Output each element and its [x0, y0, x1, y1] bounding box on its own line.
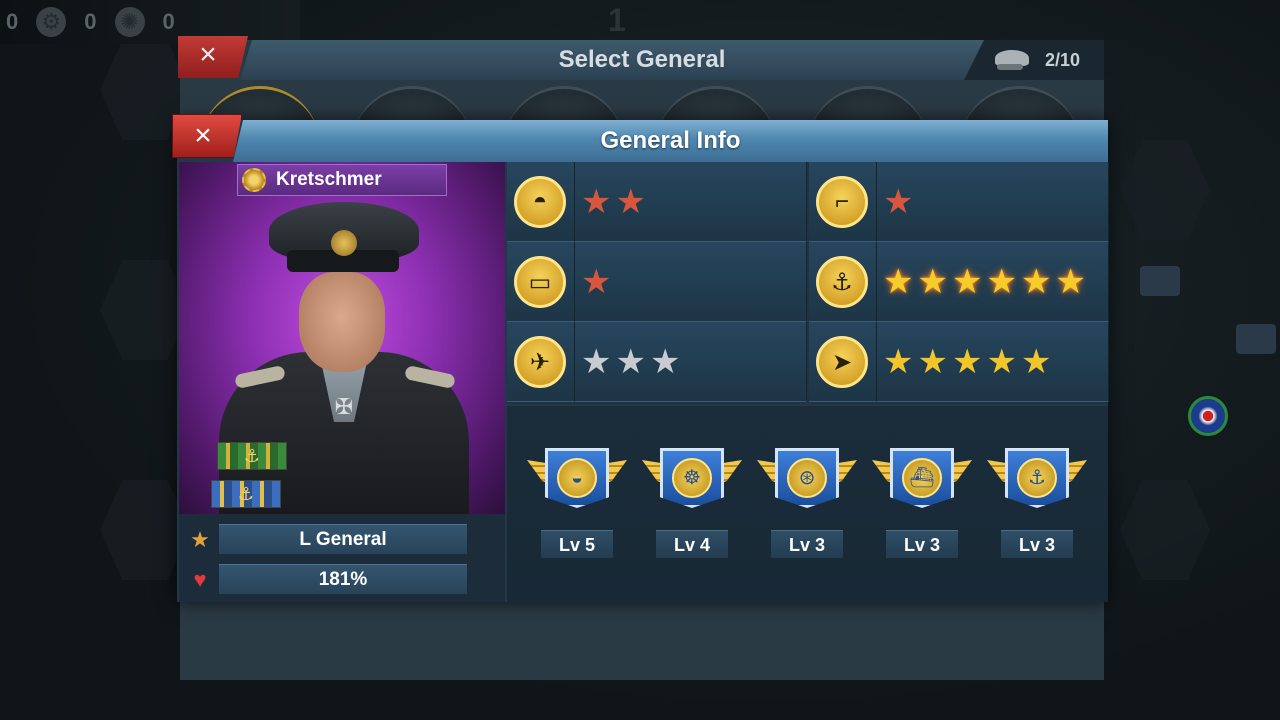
- select-general-footer: [180, 600, 1104, 680]
- stat-icon-cell: ✈: [507, 322, 575, 402]
- ship-wheel-icon: ☸: [660, 448, 724, 508]
- select-general-title: Select General: [558, 46, 726, 73]
- star-icon: ★: [986, 342, 1017, 381]
- stat-icon-cell: ⚓: [809, 242, 877, 322]
- infantry-helmet-icon[interactable]: ◓: [514, 176, 566, 228]
- stat-icon-cell: ➤: [809, 322, 877, 402]
- artillery-icon[interactable]: ⌐: [816, 176, 868, 228]
- health-heart-icon: ♥: [193, 567, 207, 592]
- submarine-icon: ◒: [545, 448, 609, 508]
- star-icon: ★: [951, 262, 983, 301]
- star-icon: ★: [1020, 342, 1052, 381]
- atom-icon: ✺: [114, 7, 145, 37]
- skill-badge[interactable]: ⛴ Lv 3: [872, 448, 972, 568]
- skill-badge[interactable]: ◒ Lv 5: [527, 448, 627, 568]
- gear-icon: ⚙: [36, 7, 67, 37]
- resource-value: 0: [162, 9, 175, 34]
- skill-badge[interactable]: ⊛ Lv 3: [757, 448, 857, 568]
- star-icon: ★: [951, 342, 983, 381]
- stat-icon-cell: ▭: [507, 242, 575, 322]
- general-medal-icon: [242, 168, 266, 192]
- torpedo-icon: ⊛: [775, 448, 839, 508]
- fleet-icon: ⛴: [890, 448, 954, 508]
- general-name: Kretschmer: [276, 169, 382, 190]
- stat-stars: ★ ★: [575, 162, 807, 242]
- star-icon: ★: [581, 262, 612, 301]
- skill-level: Lv 3: [886, 530, 958, 558]
- skill-level: Lv 5: [541, 530, 613, 558]
- rank-health-panel: ★ L General ♥ 181%: [179, 514, 505, 602]
- star-icon: ★: [883, 262, 914, 301]
- general-info-title: General Info: [600, 127, 741, 154]
- general-count-badge: 2/10: [964, 40, 1104, 80]
- map-unit-icon: [1236, 324, 1276, 354]
- march-arrow-icon[interactable]: ➤: [816, 336, 868, 388]
- health-row: ♥ 181%: [193, 564, 467, 594]
- skill-level: Lv 4: [656, 530, 728, 558]
- rank-star-icon: ★: [190, 527, 210, 552]
- star-icon: ★: [917, 262, 948, 301]
- general-info-dialog: General Info × ✠ ⚓ ⚓ ⚓ Kretschmer ★: [172, 114, 1109, 602]
- anchor-ribbon-icon: ⚓: [211, 480, 281, 508]
- general-rank: L General: [299, 529, 387, 550]
- anchor-shield-icon: ⚓: [1005, 448, 1069, 508]
- stat-stars: ★ ★ ★ ★ ★ ★: [877, 242, 1109, 322]
- map-unit-icon: [1140, 266, 1180, 296]
- skill-badge[interactable]: ☸ Lv 4: [642, 448, 742, 568]
- stat-stars: ★ ★ ★: [575, 322, 807, 402]
- resource-item: ⚙ 0: [36, 7, 97, 37]
- stat-stars: ★ ★ ★ ★ ★: [877, 322, 1109, 402]
- rank-row: ★ L General: [190, 524, 467, 554]
- star-icon: ★: [615, 182, 646, 221]
- stat-stars: ★: [575, 242, 807, 322]
- anchor-ribbon-icon: ⚓: [217, 442, 287, 470]
- star-icon: ★: [1020, 262, 1052, 301]
- star-icon: ★: [883, 182, 914, 221]
- select-general-close-button[interactable]: ×: [178, 36, 248, 78]
- general-stats-grid: ◓ ★ ★ ⌐ ★ ▭ ★ ⚓ ★ ★ ★ ★ ★ ★ ✈ ★ ★ ★ ➤ ★ ★ ★ ★ ★: [507, 162, 1109, 404]
- resource-item: ✺ 0: [114, 7, 175, 37]
- star-icon: ★: [615, 342, 646, 381]
- general-skills-panel: ◒ Lv 5 ☸ Lv 4 ⊛ Lv 3 ⛴ Lv 3 ⚓ Lv 3: [507, 406, 1108, 602]
- skill-level: Lv 3: [1001, 530, 1073, 558]
- star-icon: ★: [649, 342, 681, 381]
- resource-bar: 0 ⚙ 0 ✺ 0: [0, 0, 300, 44]
- stat-stars: ★: [877, 162, 1109, 242]
- stat-icon-cell: ◓: [507, 162, 575, 242]
- general-info-close-button[interactable]: ×: [172, 114, 242, 158]
- skill-badge[interactable]: ⚓ Lv 3: [987, 448, 1087, 568]
- general-portrait: ✠ ⚓ ⚓ ⚓ Kretschmer: [179, 162, 505, 514]
- general-count: 2/10: [1044, 49, 1080, 70]
- skill-level: Lv 3: [771, 530, 843, 558]
- airforce-plane-icon[interactable]: ✈: [514, 336, 566, 388]
- star-icon: ★: [581, 342, 612, 381]
- resource-value: 0: [84, 9, 97, 34]
- star-icon: ★: [1055, 262, 1086, 301]
- officer-portrait-image: ✠ ⚓ ⚓ ⚓: [209, 202, 479, 514]
- star-icon: ★: [883, 342, 914, 381]
- uk-flag-icon: [1188, 396, 1228, 436]
- star-icon: ★: [917, 342, 948, 381]
- top-center-counter: 1: [608, 2, 626, 38]
- star-icon: ★: [986, 262, 1017, 301]
- star-icon: ★: [581, 182, 612, 221]
- tank-icon[interactable]: ▭: [514, 256, 566, 308]
- navy-anchor-icon[interactable]: ⚓: [816, 256, 868, 308]
- general-name-tag: Kretschmer: [237, 164, 447, 196]
- officer-cap-icon: [993, 48, 1033, 72]
- stat-icon-cell: ⌐: [809, 162, 877, 242]
- resource-value: 0: [6, 9, 19, 34]
- general-health: 181%: [318, 569, 368, 590]
